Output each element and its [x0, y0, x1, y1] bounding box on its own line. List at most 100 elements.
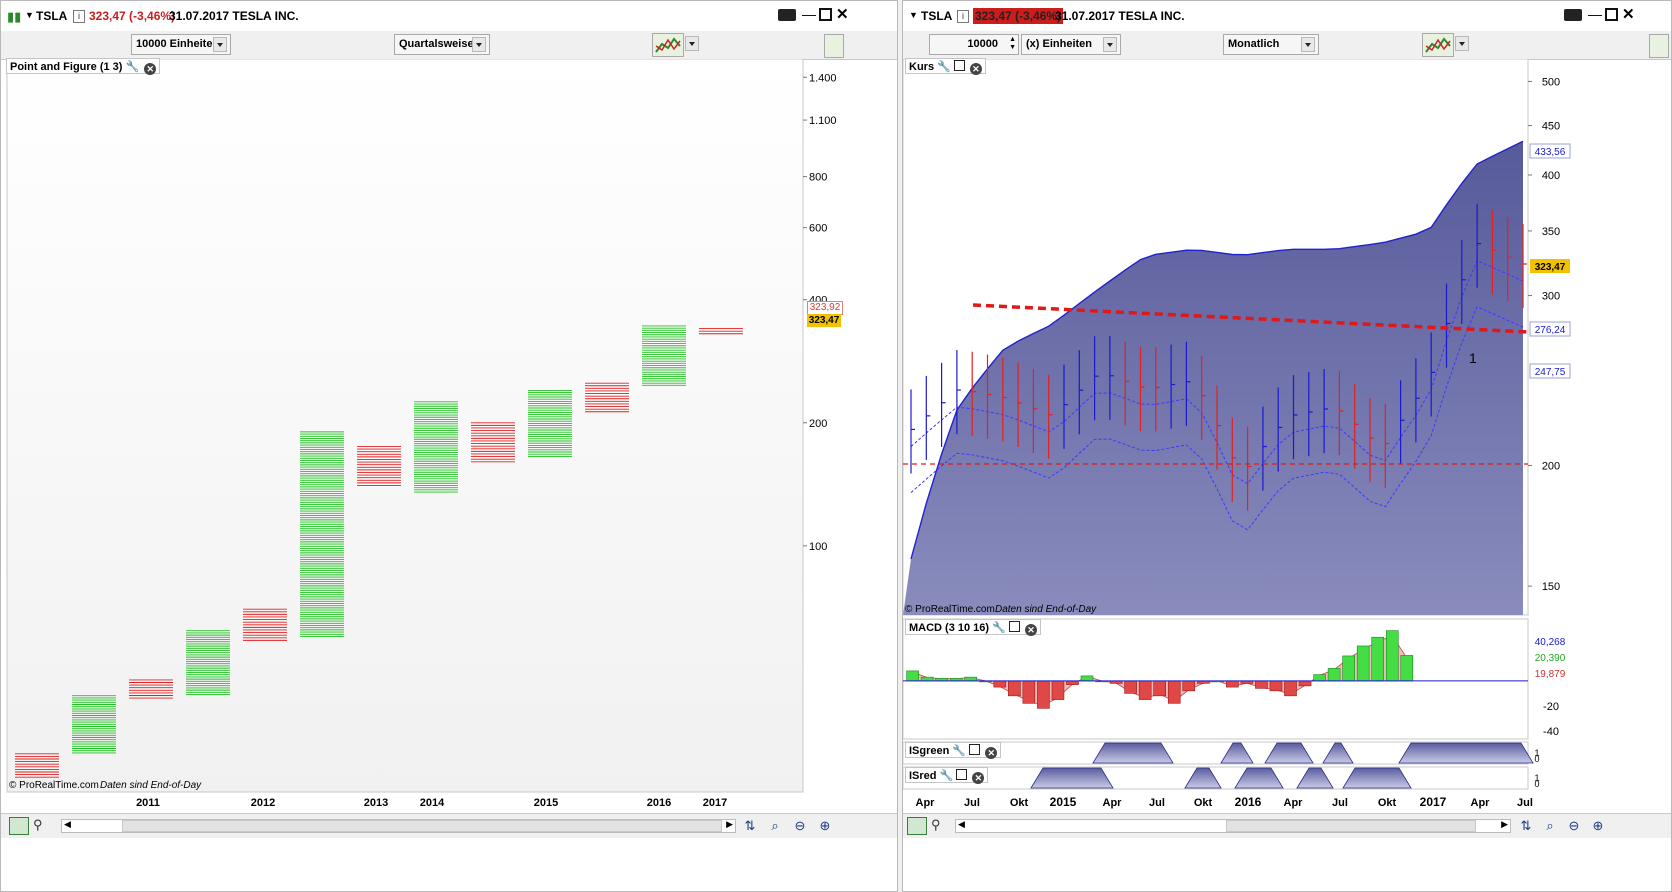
zoom-out-icon[interactable]: ⊖ [1565, 817, 1583, 835]
period-dropdown[interactable]: Quartalsweise [394, 34, 490, 55]
y-tick-label: 800 [809, 172, 827, 184]
close-icon[interactable]: ✕ [1622, 5, 1635, 23]
horizontal-scrollbar[interactable]: ◀ ▶ [955, 819, 1511, 833]
macd-histogram-bar [1327, 668, 1341, 682]
remove-panel-icon[interactable]: ✕ [972, 772, 985, 784]
image-export-icon[interactable] [907, 817, 927, 835]
close-price-tag: 323,47 [1535, 262, 1566, 273]
remove-panel-icon[interactable]: ✕ [969, 63, 982, 75]
close-icon[interactable]: ✕ [836, 5, 849, 23]
indicator-add-icon[interactable] [824, 34, 844, 58]
macd-histogram-bar [1255, 680, 1268, 689]
macd-histogram-bar [906, 670, 919, 682]
scroll-thumb[interactable] [122, 820, 722, 832]
scale-icon[interactable]: ⚲ [33, 817, 43, 833]
symbol-label[interactable]: TSLA [921, 9, 952, 23]
chevron-down-icon[interactable] [1301, 37, 1315, 52]
x-tick-label: Jul [1149, 797, 1165, 809]
y-tick-label: 350 [1542, 226, 1560, 238]
spinner-icon[interactable]: ▲ ▼ [1009, 36, 1016, 52]
x-tick-label: Jul [1332, 797, 1348, 809]
macd-histogram-bar [1371, 636, 1385, 682]
y-tick-label: 200 [809, 418, 827, 430]
wrench-icon[interactable]: 🔧 [126, 61, 140, 73]
watermark-note: Daten sind End-of-Day [100, 780, 202, 791]
macd-tag: 40,268 [1535, 637, 1566, 648]
chevron-down-icon[interactable] [213, 37, 227, 52]
remove-panel-icon[interactable]: ✕ [985, 747, 998, 759]
indicator-y-label: 0 [1534, 754, 1539, 764]
scroll-right-icon[interactable]: ▶ [726, 819, 733, 830]
macd-y-label: -40 [1543, 726, 1559, 738]
scale-icon[interactable]: ⚲ [931, 817, 941, 833]
keyboard-icon[interactable] [778, 9, 796, 21]
right-scrollbar-bar: ⚲ ◀ ▶ ⇅ ⌕ ⊖ ⊕ [903, 813, 1671, 838]
wrench-icon[interactable]: 🔧 [992, 622, 1006, 634]
watermark: © ProRealTime.com [905, 604, 995, 615]
minimize-icon[interactable]: — [802, 6, 816, 22]
scroll-left-icon[interactable]: ◀ [64, 819, 71, 830]
window-icon[interactable] [953, 60, 965, 71]
y-tick-label: 450 [1542, 121, 1560, 133]
info-icon[interactable]: i [73, 10, 85, 23]
chart-type-button[interactable] [652, 33, 684, 57]
horizontal-scrollbar[interactable]: ◀ ▶ [61, 819, 736, 833]
zoom-fit-icon[interactable]: ⌕ [1541, 817, 1559, 835]
zoom-in-icon[interactable]: ⊕ [816, 817, 834, 835]
y-tick-label: 300 [1542, 291, 1560, 303]
macd-histogram-bar [1298, 680, 1312, 687]
macd-panel-label: MACD (3 10 16) 🔧 ✕ [905, 619, 1041, 636]
x-tick-label: 2017 [1420, 795, 1447, 809]
window-icon[interactable] [969, 744, 981, 755]
auto-scale-icon[interactable]: ⇅ [1517, 817, 1535, 835]
remove-panel-icon[interactable]: ✕ [1024, 624, 1037, 636]
image-export-icon[interactable] [9, 817, 29, 835]
maximize-icon[interactable] [1605, 8, 1618, 21]
menu-arrow-icon[interactable]: ▼ [25, 10, 34, 20]
units-type-value: (x) Einheiten [1026, 38, 1093, 50]
wrench-icon[interactable]: 🔧 [937, 61, 951, 73]
zoom-in-icon[interactable]: ⊕ [1589, 817, 1607, 835]
zoom-fit-icon[interactable]: ⌕ [766, 817, 784, 835]
info-icon[interactable]: i [957, 10, 969, 23]
units-input[interactable]: 10000 ▲ ▼ [929, 34, 1019, 55]
chart-type-dropdown-icon[interactable] [685, 36, 699, 51]
period-dropdown[interactable]: Monatlich [1223, 34, 1319, 55]
units-dropdown[interactable]: 10000 Einheiten [131, 34, 231, 55]
y-tick-label: 400 [1542, 170, 1560, 182]
x-tick-label: Okt [1378, 797, 1397, 809]
symbol-label[interactable]: TSLA [36, 9, 67, 23]
y-tick-label: 500 [1542, 76, 1560, 88]
scroll-right-icon[interactable]: ▶ [1501, 819, 1508, 830]
macd-histogram-bar [1342, 655, 1355, 682]
menu-arrow-icon[interactable]: ▼ [909, 10, 918, 20]
indicator-add-icon[interactable] [1649, 34, 1669, 58]
scroll-thumb[interactable] [1226, 820, 1476, 832]
window-icon[interactable] [956, 769, 968, 780]
indicator-bump [1342, 767, 1412, 789]
chevron-down-icon[interactable] [1103, 37, 1117, 52]
remove-panel-icon[interactable]: ✕ [144, 63, 157, 75]
macd-panel-title: MACD (3 10 16) [909, 622, 990, 634]
window-icon[interactable] [1008, 621, 1020, 632]
x-tick-label: 2016 [647, 797, 671, 809]
keyboard-icon[interactable] [1564, 9, 1582, 21]
left-toolbar: 10000 Einheiten Quartalsweise [1, 31, 897, 60]
chart-type-dropdown-icon[interactable] [1455, 36, 1469, 51]
macd-y-label: -20 [1543, 701, 1559, 713]
x-tick-label: 2015 [534, 797, 558, 809]
price-tag-yellow: 323,47 [807, 314, 841, 327]
minimize-icon[interactable]: — [1588, 6, 1602, 22]
wrench-icon[interactable]: 🔧 [952, 745, 966, 757]
chevron-down-icon[interactable] [472, 37, 486, 52]
chart-type-button[interactable] [1422, 33, 1454, 57]
units-input-value: 10000 [967, 38, 998, 50]
period-dropdown-value: Monatlich [1228, 38, 1280, 50]
y-tick-label: 1.400 [809, 72, 837, 84]
zoom-out-icon[interactable]: ⊖ [791, 817, 809, 835]
wrench-icon[interactable]: 🔧 [940, 770, 954, 782]
scroll-left-icon[interactable]: ◀ [958, 819, 965, 830]
auto-scale-icon[interactable]: ⇅ [741, 817, 759, 835]
units-type-dropdown[interactable]: (x) Einheiten [1021, 34, 1121, 55]
maximize-icon[interactable] [819, 8, 832, 21]
